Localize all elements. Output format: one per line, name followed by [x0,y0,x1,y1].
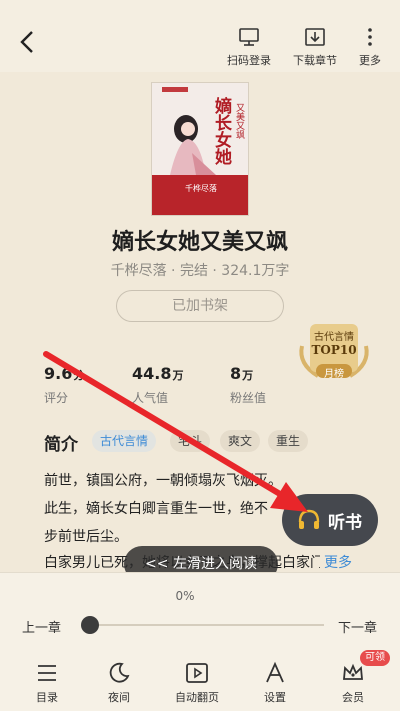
intro-line-2: 此生，嫡长女白卿言重生一世，绝不 [44,501,268,517]
intro-heading: 简介 [44,435,78,455]
reader-control-panel: 0% 上一章 下一章 目录 夜间 自动翻页 设置 会员 可领 [0,572,400,711]
stat-popularity-value: 44.8 [132,364,172,383]
tag-ancient-romance[interactable]: 古代言情 [92,430,157,452]
top-bar: 扫码登录 下载章节 更多 [0,0,400,72]
stat-rating: 9.6分 评分 [44,364,84,406]
badge-line2: TOP10 [311,343,357,357]
stat-popularity-unit: 万 [172,369,184,382]
prev-chapter-button[interactable]: 上一章 [22,617,61,636]
monitor-icon [239,28,259,46]
listen-book-button[interactable]: 听书 [282,494,378,546]
nav-membership[interactable]: 会员 [318,661,388,705]
scan-login-button[interactable]: 扫码登录 [221,26,277,68]
more-button[interactable]: 更多 [342,26,398,68]
nav-night-mode-label: 夜间 [108,691,130,704]
back-arrow-icon[interactable] [14,28,42,56]
tag-house-fight[interactable]: 宅斗 [170,430,211,452]
more-vertical-icon [368,28,372,46]
more-label: 更多 [359,54,381,67]
nav-auto-page-label: 自动翻页 [175,691,219,704]
claimable-badge[interactable]: 可领 [360,650,390,666]
book-title: 嫡长女她又美又飒 [111,230,288,255]
stat-fans-unit: 万 [242,369,254,382]
stat-popularity: 44.8万 人气值 [132,364,183,406]
added-to-shelf-button[interactable]: 已加书架 [116,290,284,322]
intro-line-1: 前世，镇国公府，一朝倾塌灰飞烟灭。 [44,473,282,489]
tag-satisfying[interactable]: 爽文 [220,430,261,452]
nav-settings-label: 设置 [264,691,286,704]
cover-author-art: 千桦尽落 [185,184,217,193]
book-meta: 千桦尽落 · 完结 · 324.1万字 [110,263,290,279]
moon-icon [109,662,130,683]
listen-book-label: 听书 [328,513,362,533]
progress-slider-thumb[interactable] [81,616,99,634]
tag-rebirth[interactable]: 重生 [268,430,309,452]
badge-line3: 月榜 [324,369,344,380]
stat-popularity-label: 人气值 [132,391,169,405]
autoplay-icon [186,663,208,683]
next-chapter-button[interactable]: 下一章 [338,617,377,636]
headphones-icon [298,509,320,529]
ranking-badge[interactable]: 古代言情 TOP10 月榜 [294,316,374,382]
stat-rating-label: 评分 [44,391,69,405]
nav-contents-label: 目录 [36,691,58,704]
stat-fans: 8万 粉丝值 [230,364,266,406]
stat-fans-label: 粉丝值 [230,391,267,405]
intro-more-link[interactable]: 更多 [324,552,352,572]
list-icon [38,665,56,681]
download-chapters-button[interactable]: 下载章节 [287,26,343,68]
intro-line-3: 步前世后尘。 [44,529,128,545]
download-chapters-label: 下载章节 [293,54,337,67]
nav-membership-label: 会员 [342,691,364,704]
stat-rating-unit: 分 [73,369,85,382]
nav-contents[interactable]: 目录 [12,661,82,705]
book-cover[interactable]: 嫡长女她 又美又飒 千桦尽落 [151,82,249,216]
crown-icon [343,663,363,680]
font-settings-icon [266,661,284,683]
scan-login-label: 扫码登录 [227,54,271,67]
stat-rating-value: 9.6 [44,364,73,383]
badge-line1: 古代言情 [314,332,354,343]
stat-fans-value: 8 [230,364,242,383]
cover-title-art: 嫡长女她 [211,97,231,165]
cover-subtitle-art: 又美又飒 [234,103,244,139]
nav-night-mode[interactable]: 夜间 [84,661,154,705]
nav-settings[interactable]: 设置 [240,661,310,705]
progress-percent: 0% [175,589,195,603]
nav-auto-page[interactable]: 自动翻页 [162,661,232,705]
download-icon [305,28,325,46]
progress-slider-track[interactable] [90,624,324,626]
